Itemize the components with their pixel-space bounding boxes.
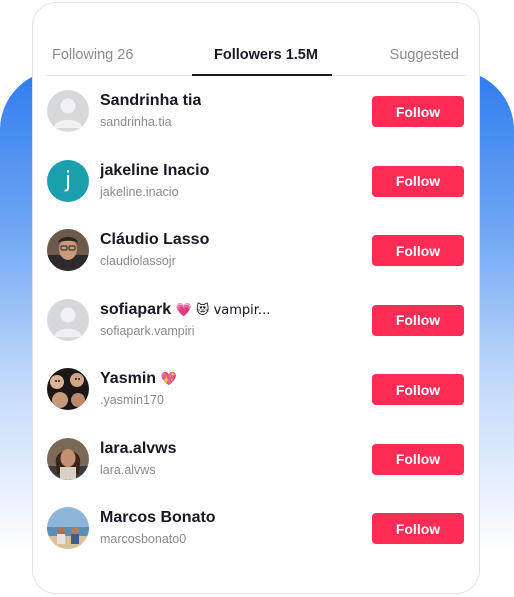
user-handle: claudiolassojr bbox=[100, 254, 176, 268]
followers-panel: Following 26 Followers 1.5M Suggested Sa… bbox=[32, 2, 480, 594]
user-name-text: Yasmin bbox=[100, 370, 157, 387]
photo-avatar[interactable] bbox=[47, 507, 89, 549]
user-name[interactable]: Sandrinha tia bbox=[100, 92, 201, 110]
follow-button[interactable]: Follow bbox=[372, 374, 464, 405]
photo-avatar[interactable] bbox=[47, 368, 89, 410]
user-handle: jakeline.inacio bbox=[100, 184, 179, 199]
list-item[interactable]: lara.alvws lara.alvws Follow bbox=[47, 427, 465, 497]
follow-button[interactable]: Follow bbox=[372, 165, 464, 197]
user-name[interactable]: Yasmin 💖 bbox=[100, 370, 177, 388]
letter-avatar[interactable]: j bbox=[47, 159, 89, 202]
follow-button[interactable]: Follow bbox=[372, 235, 464, 266]
photo-avatar[interactable] bbox=[47, 437, 89, 480]
user-name[interactable]: Marcos Bonato bbox=[100, 509, 216, 527]
tab-suggested[interactable]: Suggested bbox=[390, 47, 459, 63]
list-item[interactable]: Marcos Bonato marcosbonato0 Follow bbox=[47, 496, 465, 566]
name-emoji: 💗 😻 vampir... bbox=[175, 302, 271, 318]
tab-following[interactable]: Following 26 bbox=[52, 47, 133, 63]
user-name[interactable]: jakeline Inacio bbox=[100, 162, 209, 180]
user-name[interactable]: Cláudio Lasso bbox=[100, 231, 209, 249]
user-handle: sandrinha.tia bbox=[100, 115, 172, 129]
follow-button[interactable]: Follow bbox=[372, 513, 464, 544]
follow-button[interactable]: Follow bbox=[372, 96, 464, 127]
default-avatar-icon[interactable] bbox=[47, 298, 89, 341]
user-name[interactable]: lara.alvws bbox=[100, 440, 177, 458]
user-name[interactable]: sofiapark 💗 😻 vampir... bbox=[100, 301, 270, 319]
list-item[interactable]: sofiapark 💗 😻 vampir... sofiapark.vampir… bbox=[47, 288, 465, 358]
name-emoji: 💖 bbox=[160, 372, 177, 387]
default-avatar-icon[interactable] bbox=[47, 90, 89, 132]
tab-bar: Following 26 Followers 1.5M Suggested bbox=[45, 33, 467, 76]
list-item[interactable]: Yasmin 💖 .yasmin170 Follow bbox=[47, 357, 465, 427]
list-item[interactable]: j jakeline Inacio jakeline.inacio Follow bbox=[47, 149, 465, 219]
user-handle: lara.alvws bbox=[100, 462, 156, 477]
user-handle: marcosbonato0 bbox=[100, 532, 187, 546]
followers-list: Sandrinha tia sandrinha.tia Follow j jak… bbox=[47, 79, 465, 566]
user-handle: sofiapark.vampiri bbox=[100, 323, 195, 338]
photo-avatar[interactable] bbox=[47, 229, 89, 271]
follow-button[interactable]: Follow bbox=[372, 443, 464, 475]
user-name-text: sofiapark bbox=[100, 300, 172, 318]
user-handle: .yasmin170 bbox=[100, 393, 164, 407]
list-item[interactable]: Cláudio Lasso claudiolassojr Follow bbox=[47, 218, 465, 288]
active-tab-indicator bbox=[192, 74, 332, 76]
tab-followers[interactable]: Followers 1.5M bbox=[214, 47, 318, 63]
follow-button[interactable]: Follow bbox=[372, 304, 464, 336]
list-item[interactable]: Sandrinha tia sandrinha.tia Follow bbox=[47, 79, 465, 149]
